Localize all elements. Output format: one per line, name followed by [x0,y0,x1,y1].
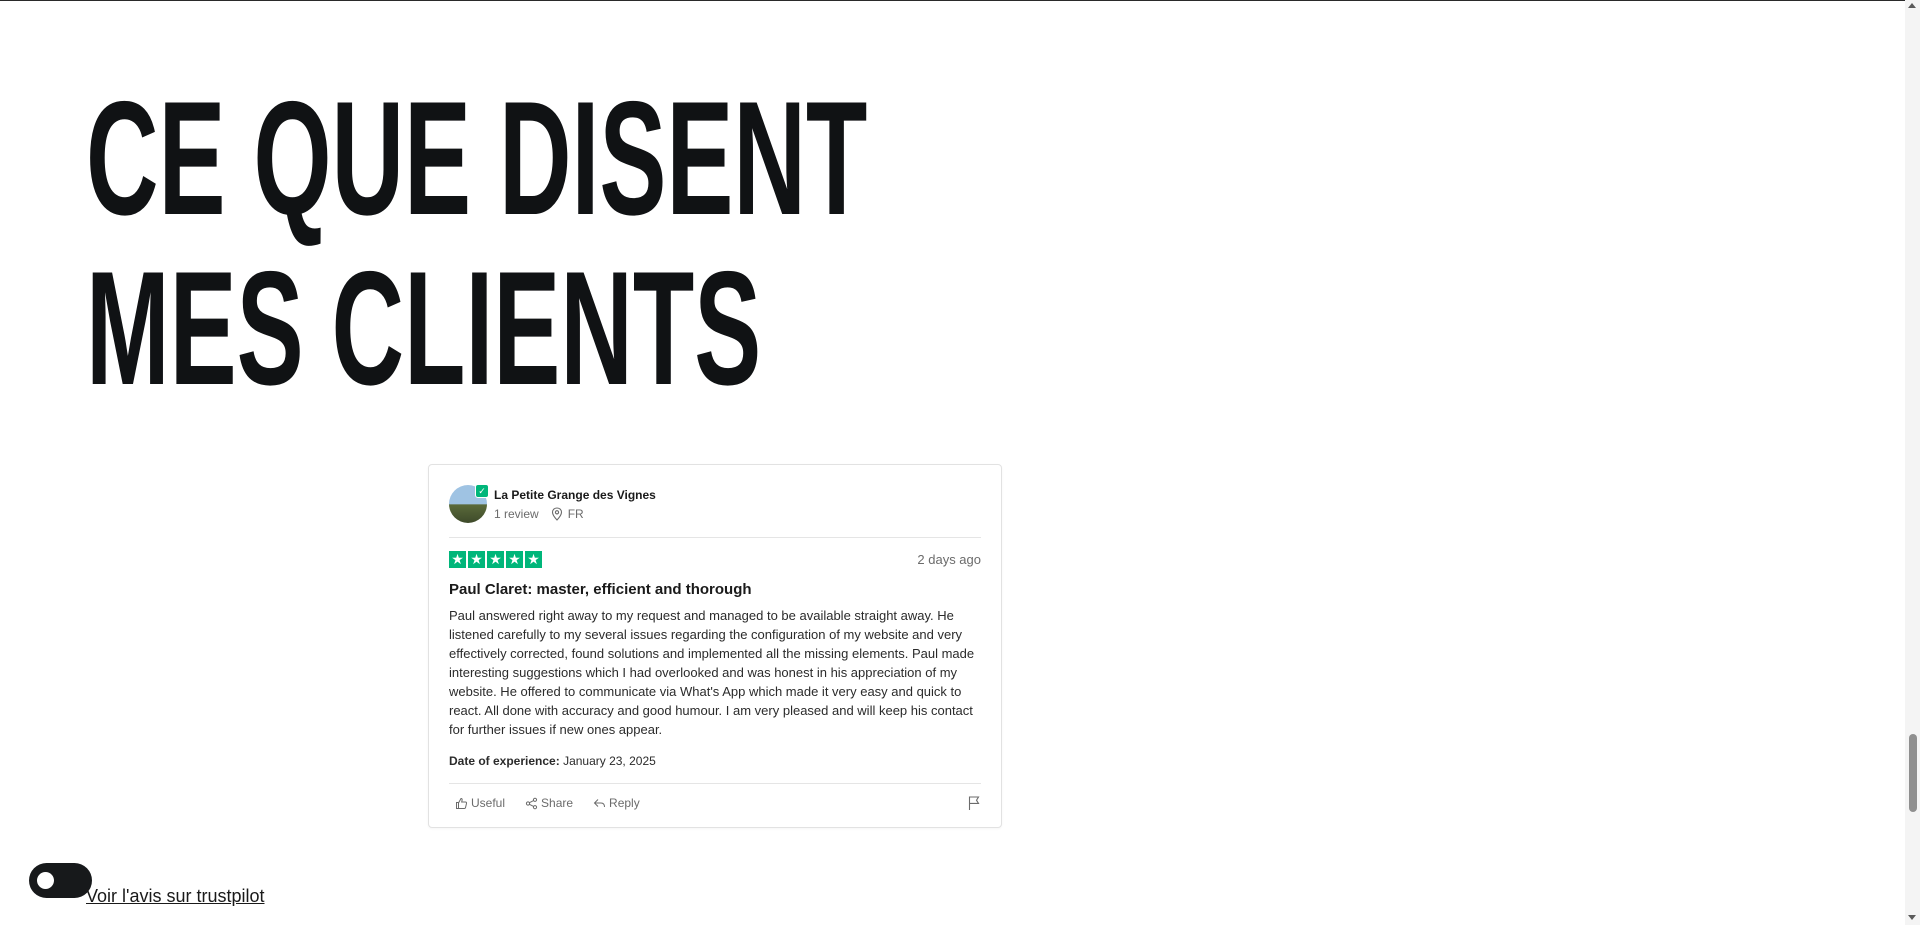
review-title[interactable]: Paul Claret: master, efficient and thoro… [449,581,752,598]
location-pin-icon [551,506,562,521]
review-body: Paul answered right away to my request a… [449,608,975,737]
heading-line-1: CE QUE DISENT [86,68,868,249]
verified-check-icon: ✓ [475,484,489,498]
reviewer-avatar[interactable]: ✓ [449,484,489,523]
share-button[interactable]: Share [525,796,573,810]
review-date: 2 days ago [917,552,981,567]
star-icon: ★ [525,551,542,568]
flag-icon[interactable] [967,795,981,811]
star-icon: ★ [449,551,466,568]
review-actions: Useful Share Reply [455,796,640,810]
reply-label: Reply [609,796,640,810]
page-content: CE QUE DISENT MES CLIENTS ✓ La Petite Gr… [0,0,1905,925]
toggle-knob [37,872,54,889]
reviewer-info: La Petite Grange des Vignes 1 review FR [494,487,656,522]
date-of-experience: Date of experience: January 23, 2025 [449,754,656,768]
share-icon [525,797,538,809]
scroll-up-arrow-icon[interactable] [1908,3,1916,8]
reviewer-meta: 1 review FR [494,506,656,522]
star-icon: ★ [468,551,485,568]
star-icon: ★ [506,551,523,568]
star-icon: ★ [487,551,504,568]
trustpilot-link[interactable]: Voir l'avis sur trustpilot [86,886,265,907]
section-heading: CE QUE DISENT MES CLIENTS [86,74,867,414]
reviewer-country: FR [567,506,584,521]
review-count: 1 review [494,506,539,521]
scroll-down-arrow-icon[interactable] [1908,915,1916,920]
reply-button[interactable]: Reply [593,796,640,810]
header-divider [449,537,981,538]
reviewer-header: ✓ La Petite Grange des Vignes 1 review F… [449,484,656,523]
heading-line-2: MES CLIENTS [86,238,762,419]
experience-date: January 23, 2025 [563,754,656,768]
trustpilot-review-card: ✓ La Petite Grange des Vignes 1 review F… [428,464,1002,828]
vertical-scrollbar[interactable] [1905,0,1920,925]
scrollbar-thumb[interactable] [1909,734,1917,812]
share-label: Share [541,796,574,810]
experience-label: Date of experience: [449,754,560,768]
star-rating: ★ ★ ★ ★ ★ [449,551,542,568]
useful-label: Useful [471,796,506,810]
thumbs-up-icon [456,797,468,809]
useful-button[interactable]: Useful [455,796,505,810]
dark-mode-toggle[interactable] [29,863,92,898]
reviewer-name[interactable]: La Petite Grange des Vignes [494,487,656,503]
footer-divider [449,783,981,784]
reply-icon [593,798,606,807]
